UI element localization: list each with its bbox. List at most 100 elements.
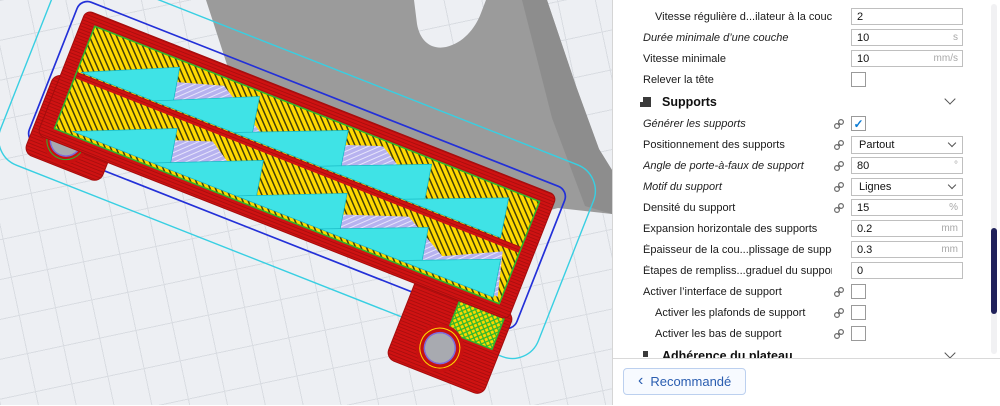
link-icon xyxy=(832,307,845,319)
setting-input-box: mm xyxy=(851,220,963,237)
chevron-down-icon[interactable] xyxy=(944,347,956,358)
setting-row-ge-ne-rer-les-supports: Générer les supports ✓ xyxy=(613,113,1000,134)
setting-control: mm xyxy=(851,241,963,258)
settings-list: Vitesse régulière d...ilateur à la couch… xyxy=(613,0,1000,358)
panel-footer: ‹ Recommandé xyxy=(613,358,1000,406)
setting-control xyxy=(851,8,963,25)
setting-label: Expansion horizontale des supports xyxy=(643,222,818,235)
setting-label: Densité du support xyxy=(643,201,736,214)
setting-input[interactable] xyxy=(852,263,962,278)
setting-checkbox[interactable] xyxy=(851,72,866,87)
link-icon xyxy=(832,160,845,172)
link-icon xyxy=(832,181,845,193)
setting-unit: % xyxy=(949,202,958,213)
setting-row-angle-de-porte-a-faux-de-support: Angle de porte-à-faux de support ° xyxy=(613,155,1000,176)
setting-label: Générer les supports xyxy=(643,117,746,130)
supports-icon xyxy=(639,95,653,108)
link-icon xyxy=(832,286,845,298)
setting-input[interactable] xyxy=(852,30,962,45)
setting-input[interactable] xyxy=(852,200,962,215)
setting-row-e-paisseur-de-la-cou-plissage-de-support: Épaisseur de la cou...plissage de suppor… xyxy=(613,239,1000,260)
setting-control: ✓ xyxy=(851,116,963,131)
setting-input-box: mm xyxy=(851,241,963,258)
link-icon xyxy=(832,328,845,340)
chevron-down-icon[interactable] xyxy=(944,93,956,105)
setting-control: s xyxy=(851,29,963,46)
setting-unit: mm xyxy=(941,223,958,234)
setting-control xyxy=(851,72,963,87)
adhesion-icon xyxy=(639,349,653,358)
setting-row-expansion-horizontale-des-supports: Expansion horizontale des supports mm xyxy=(613,218,1000,239)
setting-input-box: % xyxy=(851,199,963,216)
setting-unit: mm xyxy=(941,244,958,255)
link-icon xyxy=(832,202,845,214)
setting-input[interactable] xyxy=(852,9,962,24)
setting-label: Épaisseur de la cou...plissage de suppor… xyxy=(643,243,832,256)
chevron-down-icon xyxy=(947,138,957,148)
setting-row-activer-l-interface-de-support: Activer l’interface de support xyxy=(613,281,1000,302)
setting-checkbox[interactable] xyxy=(851,284,866,299)
setting-label: Étapes de rempliss...graduel du support xyxy=(643,264,832,277)
setting-control: ° xyxy=(851,157,963,174)
setting-control: % xyxy=(851,199,963,216)
setting-input[interactable] xyxy=(852,158,962,173)
setting-control: Lignes xyxy=(851,177,963,196)
select-value: Partout xyxy=(859,138,895,151)
setting-row-activer-les-plafonds-de-support: Activer les plafonds de support xyxy=(613,302,1000,323)
scrollbar[interactable] xyxy=(991,4,997,354)
setting-label: Activer les plafonds de support xyxy=(655,306,806,319)
setting-control xyxy=(851,262,963,279)
setting-input-box: ° xyxy=(851,157,963,174)
check-icon: ✓ xyxy=(853,116,864,131)
setting-unit: ° xyxy=(954,160,958,171)
setting-control: mm/s xyxy=(851,50,963,67)
setting-checkbox[interactable] xyxy=(851,326,866,341)
setting-input-box: s xyxy=(851,29,963,46)
setting-control xyxy=(851,326,963,341)
setting-row-motif-du-support: Motif du support Lignes xyxy=(613,176,1000,197)
setting-unit: s xyxy=(953,32,958,43)
setting-row-e-tapes-de-rempliss-graduel-du-support: Étapes de rempliss...graduel du support xyxy=(613,260,1000,281)
setting-label: Positionnement des supports xyxy=(643,138,785,151)
setting-row-vitesse-re-gulie-re-d-ilateur-a-la-couche: Vitesse régulière d...ilateur à la couch… xyxy=(613,6,1000,27)
cura-window: Vitesse régulière d...ilateur à la couch… xyxy=(0,0,1000,406)
setting-control: mm xyxy=(851,220,963,237)
link-icon xyxy=(832,118,845,130)
setting-label: Activer l’interface de support xyxy=(643,285,782,298)
chevron-left-icon: ‹ xyxy=(638,371,644,389)
scrollbar-thumb[interactable] xyxy=(991,228,997,314)
setting-input-box: mm/s xyxy=(851,50,963,67)
setting-row-relever-la-te-te: Relever la tête xyxy=(613,69,1000,90)
setting-checkbox[interactable]: ✓ xyxy=(851,116,866,131)
setting-control xyxy=(851,305,963,320)
link-icon xyxy=(832,139,845,151)
setting-row-dure-e-minimale-d-une-couche: Durée minimale d’une couche s xyxy=(613,27,1000,48)
chevron-down-icon xyxy=(947,180,957,190)
category-supports[interactable]: Supports xyxy=(613,91,1000,112)
setting-label: Activer les bas de support xyxy=(655,327,782,340)
select-value: Lignes xyxy=(859,180,892,193)
setting-select[interactable]: Lignes xyxy=(851,177,963,196)
setting-label: Motif du support xyxy=(643,180,722,193)
setting-label: Vitesse régulière d...ilateur à la couch… xyxy=(655,10,832,23)
recommended-button-label: Recommandé xyxy=(650,374,732,389)
setting-control xyxy=(851,284,963,299)
viewport-3d[interactable] xyxy=(0,0,612,405)
setting-input-box xyxy=(851,262,963,279)
category-label: Adhérence du plateau xyxy=(662,348,793,359)
setting-row-positionnement-des-supports: Positionnement des supports Partout xyxy=(613,134,1000,155)
category-adhe-rence-du-plateau[interactable]: Adhérence du plateau xyxy=(613,345,1000,358)
setting-select[interactable]: Partout xyxy=(851,135,963,154)
setting-input-box xyxy=(851,8,963,25)
setting-control: Partout xyxy=(851,135,963,154)
setting-row-vitesse-minimale: Vitesse minimale mm/s xyxy=(613,48,1000,69)
settings-panel: Vitesse régulière d...ilateur à la couch… xyxy=(612,0,1000,406)
setting-label: Vitesse minimale xyxy=(643,52,726,65)
setting-checkbox[interactable] xyxy=(851,305,866,320)
category-label: Supports xyxy=(662,94,717,109)
recommended-button[interactable]: ‹ Recommandé xyxy=(623,368,747,395)
setting-row-densite-du-support: Densité du support% xyxy=(613,197,1000,218)
setting-row-activer-les-bas-de-support: Activer les bas de support xyxy=(613,323,1000,344)
setting-label: Angle de porte-à-faux de support xyxy=(643,159,804,172)
setting-label: Relever la tête xyxy=(643,73,714,86)
